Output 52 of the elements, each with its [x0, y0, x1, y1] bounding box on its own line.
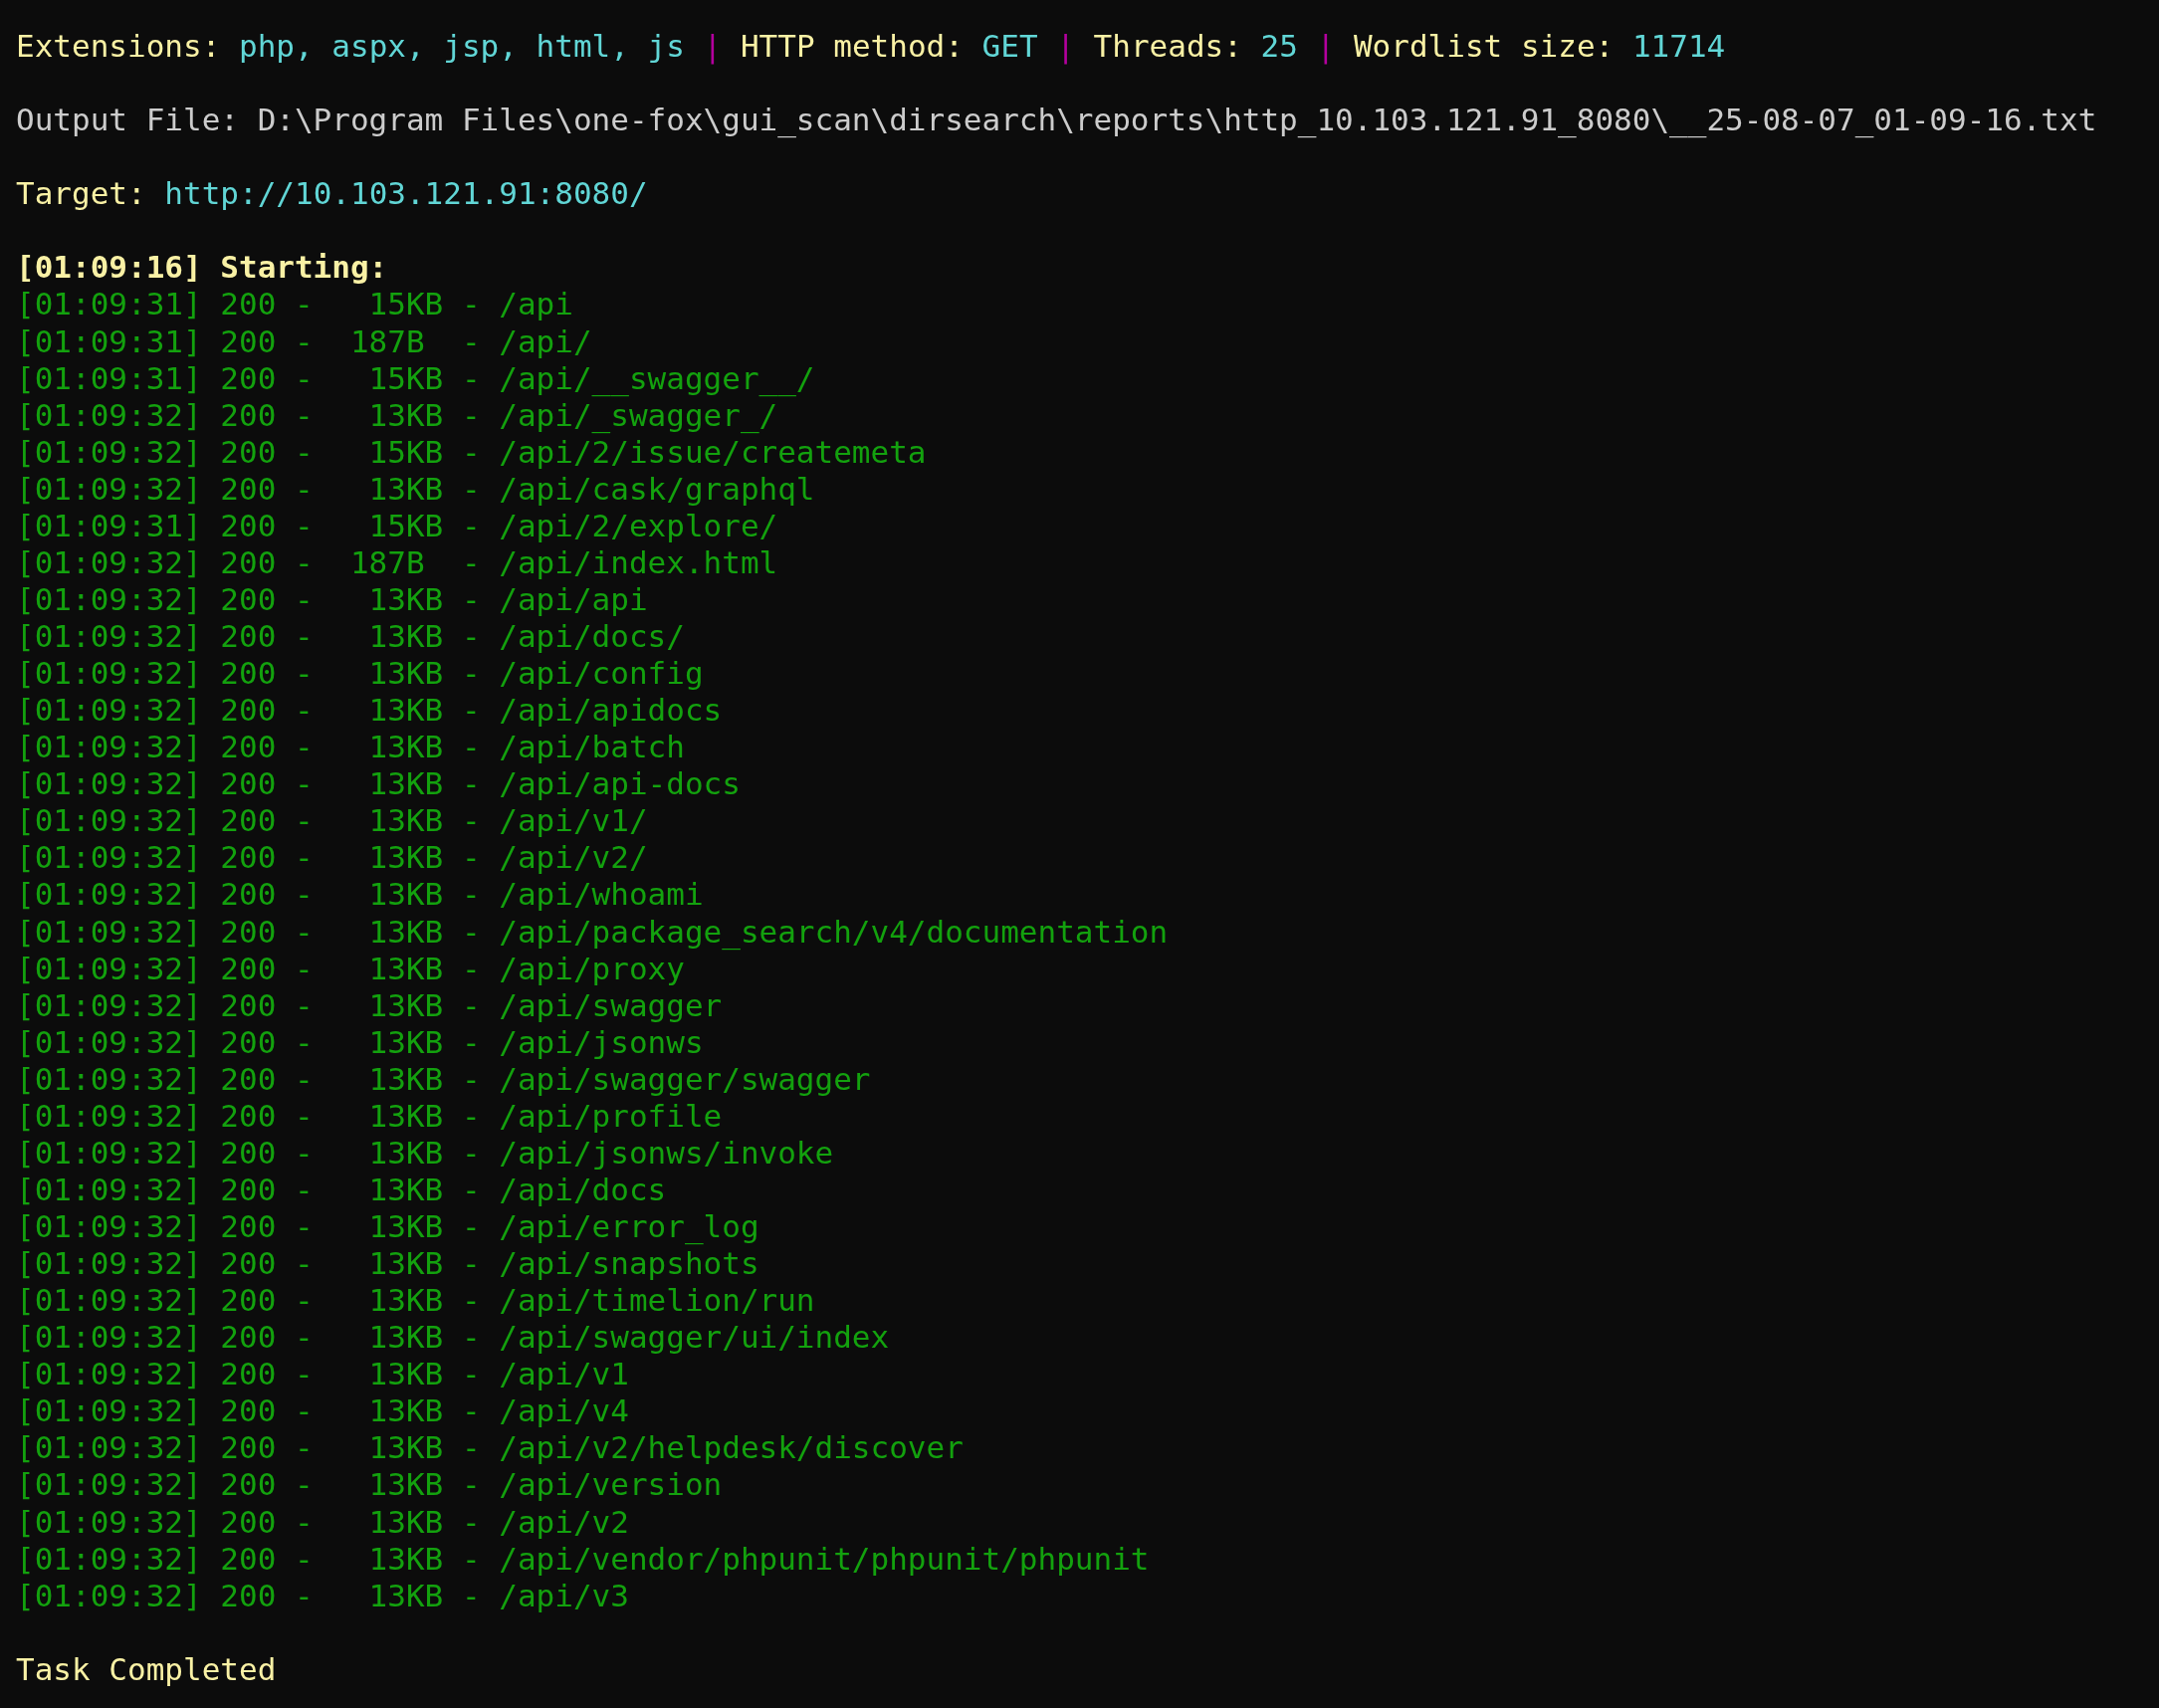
- result-line: [01:09:32] 200 - 13KB - /api/api-docs: [16, 765, 741, 802]
- setting-value: 25: [1260, 28, 1298, 64]
- result-line: [01:09:32] 200 - 13KB - /api/jsonws: [16, 1023, 704, 1060]
- setting-label: HTTP method:: [740, 28, 964, 64]
- result-line: [01:09:32] 200 - 13KB - /api/swagger/swagger: [16, 1060, 871, 1097]
- result-line: [01:09:32] 200 - 13KB - /api/docs: [16, 1171, 667, 1207]
- result-line: [01:09:32] 200 - 13KB - /api/v2/helpdesk/discover: [16, 1429, 964, 1466]
- result-line: [01:09:32] 200 - 13KB - /api/vendor/phpunit/phpunit/phpunit: [16, 1540, 1150, 1577]
- result-line: [01:09:32] 200 - 15KB - /api/2/issue/createmeta: [16, 433, 927, 470]
- result-line: [01:09:31] 200 - 187B - /api/: [16, 322, 592, 359]
- setting-label: Wordlist size:: [1353, 28, 1615, 64]
- result-line: [01:09:32] 200 - 13KB - /api/api: [16, 580, 648, 617]
- result-line: [01:09:32] 200 - 13KB - /api/package_search/v4/documentation: [16, 913, 1169, 950]
- result-line: [01:09:31] 200 - 15KB - /api/2/explore/: [16, 507, 778, 543]
- setting-value: GET: [981, 28, 1038, 64]
- separator-mark: |: [1056, 28, 1075, 64]
- result-line: [01:09:32] 200 - 13KB - /api/error_log: [16, 1208, 759, 1244]
- result-line: [01:09:32] 200 - 13KB - /api/apidocs: [16, 692, 723, 729]
- result-line: [01:09:32] 200 - 13KB - /api/profile: [16, 1097, 723, 1134]
- setting-label: Threads:: [1093, 28, 1242, 64]
- result-line: [01:09:31] 200 - 15KB - /api/__swagger__/: [16, 359, 815, 396]
- start-line: [01:09:16] Starting:: [16, 249, 388, 286]
- result-line: [01:09:32] 200 - 13KB - /api/config: [16, 655, 704, 692]
- result-line: [01:09:32] 200 - 13KB - /api/v1/: [16, 802, 648, 839]
- result-line: [01:09:32] 200 - 187B - /api/index.html: [16, 543, 778, 580]
- separator-mark: |: [703, 28, 723, 64]
- result-line: [01:09:32] 200 - 13KB - /api/_swagger_/: [16, 396, 778, 433]
- result-line: [01:09:32] 200 - 13KB - /api/proxy: [16, 950, 685, 986]
- result-line: [01:09:32] 200 - 13KB - /api/cask/graphql: [16, 470, 815, 507]
- result-line: [01:09:32] 200 - 13KB - /api/timelion/run: [16, 1282, 815, 1319]
- result-line: [01:09:32] 200 - 13KB - /api/jsonws/invoke: [16, 1134, 834, 1171]
- setting-value: php, aspx, jsp, html, js: [239, 28, 685, 64]
- status-message: Task Completed: [16, 1650, 277, 1687]
- result-line: [01:09:31] 200 - 15KB - /api: [16, 286, 573, 322]
- result-line: [01:09:32] 200 - 13KB - /api/whoami: [16, 876, 704, 913]
- result-line: [01:09:32] 200 - 13KB - /api/swagger/ui/index: [16, 1319, 890, 1356]
- result-line: [01:09:32] 200 - 13KB - /api/swagger: [16, 986, 723, 1023]
- result-line: [01:09:32] 200 - 13KB - /api/v2: [16, 1503, 629, 1540]
- result-line: [01:09:32] 200 - 13KB - /api/docs/: [16, 618, 685, 654]
- target-label: Target:: [16, 175, 146, 212]
- result-line: [01:09:32] 200 - 13KB - /api/snapshots: [16, 1245, 759, 1282]
- target-url: http://10.103.121.91:8080/: [164, 175, 648, 212]
- result-line: [01:09:32] 200 - 13KB - /api/v2/: [16, 839, 648, 876]
- result-line: [01:09:32] 200 - 13KB - /api/v1: [16, 1356, 629, 1392]
- separator-mark: |: [1316, 28, 1336, 64]
- setting-value: 11714: [1631, 28, 1726, 64]
- setting-label: Extensions:: [16, 28, 221, 64]
- result-line: [01:09:32] 200 - 13KB - /api/v4: [16, 1392, 629, 1429]
- result-line: [01:09:32] 200 - 13KB - /api/v3: [16, 1577, 629, 1613]
- result-line: [01:09:32] 200 - 13KB - /api/batch: [16, 729, 685, 765]
- output-file-line: Output File: D:\Program Files\one-fox\gui_scan\dirsearch\reports\http_10.103.121.91_8080\__25-08-07_01-09-16.txt: [16, 102, 2097, 138]
- result-line: [01:09:32] 200 - 13KB - /api/version: [16, 1466, 723, 1503]
